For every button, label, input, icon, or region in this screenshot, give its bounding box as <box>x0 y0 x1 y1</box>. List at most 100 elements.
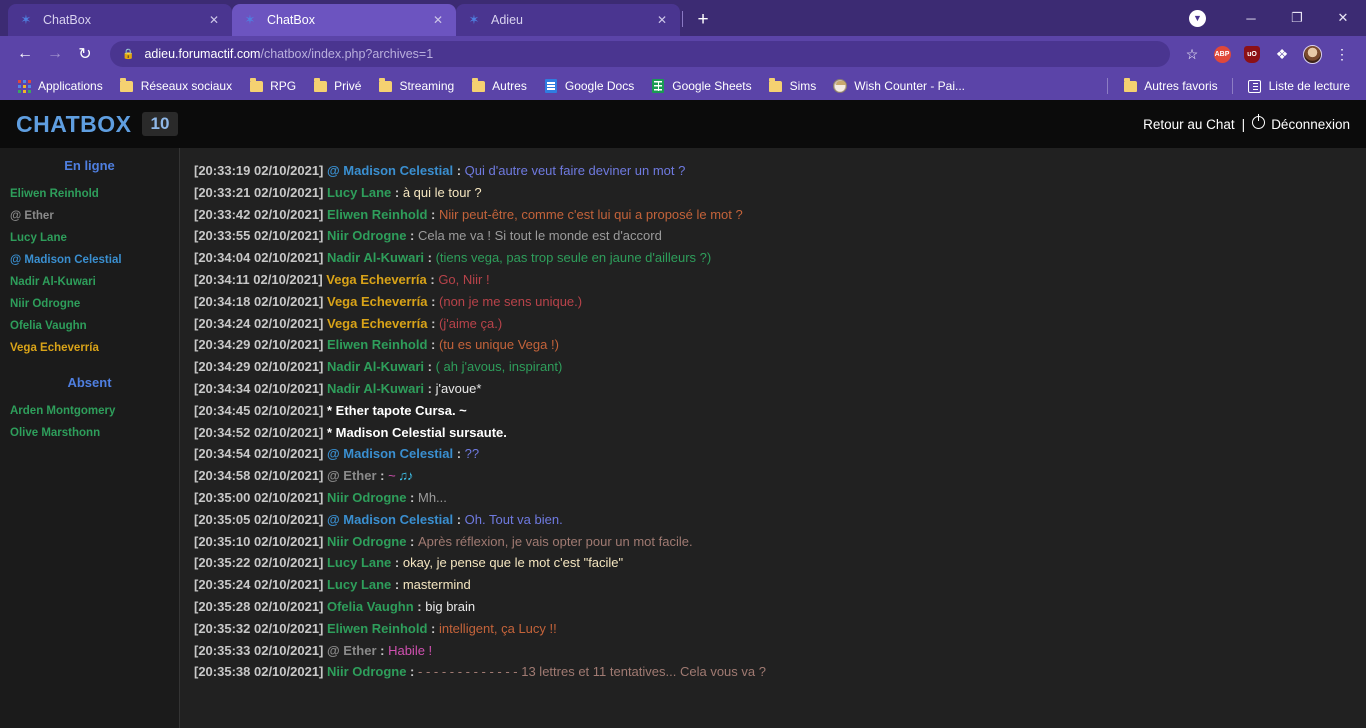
message-author[interactable]: Nadir Al-Kuwari <box>327 359 424 374</box>
forward-icon[interactable]: → <box>40 39 70 69</box>
user-list-item[interactable]: Ofelia Vaughn <box>0 315 179 337</box>
message-author[interactable]: Eliwen Reinhold <box>327 621 427 636</box>
bookmark-streaming[interactable]: Streaming <box>369 75 462 97</box>
user-list-item[interactable]: Arden Montgomery <box>0 400 179 422</box>
message-author[interactable]: Ofelia Vaughn <box>327 599 414 614</box>
message-text: à qui le tour ? <box>402 184 482 200</box>
close-window-button[interactable]: ✕ <box>1320 0 1366 36</box>
star-icon: ✶ <box>20 12 32 27</box>
user-list-item[interactable]: Olive Marsthonn <box>0 422 179 444</box>
extensions-puzzle-icon[interactable]: ❖ <box>1268 40 1296 68</box>
online-section-header: En ligne <box>64 158 115 173</box>
chat-message: [20:33:42 02/10/2021] Eliwen Reinhold : … <box>180 204 1366 226</box>
message-colon: : <box>453 511 465 527</box>
message-text: ?? <box>464 446 480 462</box>
chat-message: [20:34:58 02/10/2021] @ Ether : ~ ♫♪ <box>180 465 1366 487</box>
bookmark-google-sheets[interactable]: Google Sheets <box>642 75 759 97</box>
away-section-header: Absent <box>67 375 112 390</box>
bookmark-wish-counter[interactable]: Wish Counter - Pai... <box>824 75 973 97</box>
star-icon: ✶ <box>468 12 480 27</box>
message-timestamp: [20:34:52 02/10/2021] <box>194 424 327 440</box>
message-timestamp: [20:35:22 02/10/2021] <box>194 555 327 571</box>
bookmark-label: Autres favoris <box>1144 79 1218 93</box>
toolbar-icons: ☆ ABP uO ❖ ⋮ <box>1178 40 1356 68</box>
user-list-item[interactable]: @ Madison Celestial <box>0 249 179 271</box>
message-author[interactable]: Eliwen Reinhold <box>327 337 427 352</box>
message-author[interactable]: Vega Echeverría <box>326 272 426 287</box>
bookmark-reseaux-sociaux[interactable]: Réseaux sociaux <box>111 75 240 97</box>
message-author[interactable]: Vega Echeverría <box>327 316 427 331</box>
message-author[interactable]: Eliwen Reinhold <box>327 207 427 222</box>
bookmark-star-icon[interactable]: ☆ <box>1178 40 1206 68</box>
message-author[interactable]: @ Madison Celestial <box>327 163 453 178</box>
user-list-item[interactable]: Eliwen Reinhold <box>0 183 179 205</box>
bookmark-autres[interactable]: Autres <box>462 75 535 97</box>
back-icon[interactable]: ← <box>10 39 40 69</box>
message-author[interactable]: Nadir Al-Kuwari <box>327 250 424 265</box>
message-timestamp: [20:35:33 02/10/2021] <box>194 642 327 658</box>
google-docs-icon <box>543 78 559 94</box>
minimize-button[interactable]: ─ <box>1228 0 1274 36</box>
browser-tab-3[interactable]: ✶ Adieu ✕ <box>456 4 680 36</box>
chat-message: [20:34:18 02/10/2021] Vega Echeverría : … <box>180 291 1366 313</box>
message-author[interactable]: Niir Odrogne <box>327 534 406 549</box>
bookmark-prive[interactable]: Privé <box>304 75 369 97</box>
message-author[interactable]: Niir Odrogne <box>327 228 406 243</box>
close-icon[interactable]: ✕ <box>430 13 446 27</box>
chrome-menu-icon[interactable]: ⋮ <box>1328 40 1356 68</box>
address-bar[interactable]: 🔒 adieu.forumactif.com/chatbox/index.php… <box>110 41 1170 67</box>
browser-tab-2[interactable]: ✶ ChatBox ✕ <box>232 4 456 36</box>
message-author[interactable]: Lucy Lane <box>327 577 391 592</box>
message-colon: : <box>413 598 426 614</box>
profile-avatar-icon[interactable] <box>1298 40 1326 68</box>
message-timestamp: [20:34:11 02/10/2021] <box>194 271 327 287</box>
logout-link[interactable]: Déconnexion <box>1252 114 1350 132</box>
chat-message: [20:35:38 02/10/2021] Niir Odrogne : - -… <box>180 661 1366 683</box>
user-list-item[interactable]: Niir Odrogne <box>0 293 179 315</box>
message-author[interactable]: Lucy Lane <box>327 555 391 570</box>
message-author[interactable]: Niir Odrogne <box>327 664 406 679</box>
message-text: mastermind <box>402 577 471 593</box>
close-icon[interactable]: ✕ <box>654 13 670 27</box>
chat-message: [20:35:28 02/10/2021] Ofelia Vaughn : bi… <box>180 596 1366 618</box>
avatar <box>1302 44 1322 64</box>
message-author[interactable]: @ Ether <box>327 468 377 483</box>
back-to-chat-link[interactable]: Retour au Chat <box>1143 117 1235 132</box>
bookmark-liste-de-lecture[interactable]: Liste de lecture <box>1239 75 1358 97</box>
close-icon[interactable]: ✕ <box>206 13 222 27</box>
bookmark-label: Sims <box>789 79 817 93</box>
google-sheets-icon <box>650 78 666 94</box>
message-colon: : <box>427 620 439 636</box>
message-author[interactable]: @ Madison Celestial <box>327 446 453 461</box>
message-timestamp: [20:35:10 02/10/2021] <box>194 533 327 549</box>
bookmark-label: Google Sheets <box>672 79 752 93</box>
page-title: CHATBOX <box>16 110 132 137</box>
user-list-item[interactable]: @ Ether <box>0 205 179 227</box>
browser-tab-1[interactable]: ✶ ChatBox ✕ <box>8 4 232 36</box>
bookmark-google-docs[interactable]: Google Docs <box>535 75 642 97</box>
message-colon: : <box>427 293 440 309</box>
bookmark-autres-favoris[interactable]: Autres favoris <box>1114 75 1225 97</box>
chat-message-list: [20:33:19 02/10/2021] @ Madison Celestia… <box>180 148 1366 728</box>
message-colon: : <box>406 228 418 244</box>
user-list-item[interactable]: Lucy Lane <box>0 227 179 249</box>
adblock-plus-icon[interactable]: ABP <box>1208 40 1236 68</box>
new-tab-button[interactable]: + <box>689 6 717 34</box>
lock-icon: 🔒 <box>122 48 135 60</box>
maximize-button[interactable]: ❐ <box>1274 0 1320 36</box>
bookmark-applications[interactable]: Applications <box>8 75 111 97</box>
ublock-origin-icon[interactable]: uO <box>1238 40 1266 68</box>
user-list-item[interactable]: Vega Echeverría <box>0 337 179 359</box>
message-author[interactable]: Nadir Al-Kuwari <box>327 381 424 396</box>
message-author[interactable]: Vega Echeverría <box>327 294 427 309</box>
message-author[interactable]: Lucy Lane <box>327 185 391 200</box>
message-author[interactable]: @ Ether <box>327 643 377 658</box>
message-author[interactable]: @ Madison Celestial <box>327 512 453 527</box>
reload-icon[interactable]: ↻ <box>70 39 100 69</box>
chat-message <box>180 152 1366 160</box>
downloads-icon[interactable]: ▼ <box>1189 9 1206 27</box>
user-list-item[interactable]: Nadir Al-Kuwari <box>0 271 179 293</box>
message-author[interactable]: Niir Odrogne <box>327 490 406 505</box>
bookmark-sims[interactable]: Sims <box>760 75 825 97</box>
bookmark-rpg[interactable]: RPG <box>240 75 304 97</box>
